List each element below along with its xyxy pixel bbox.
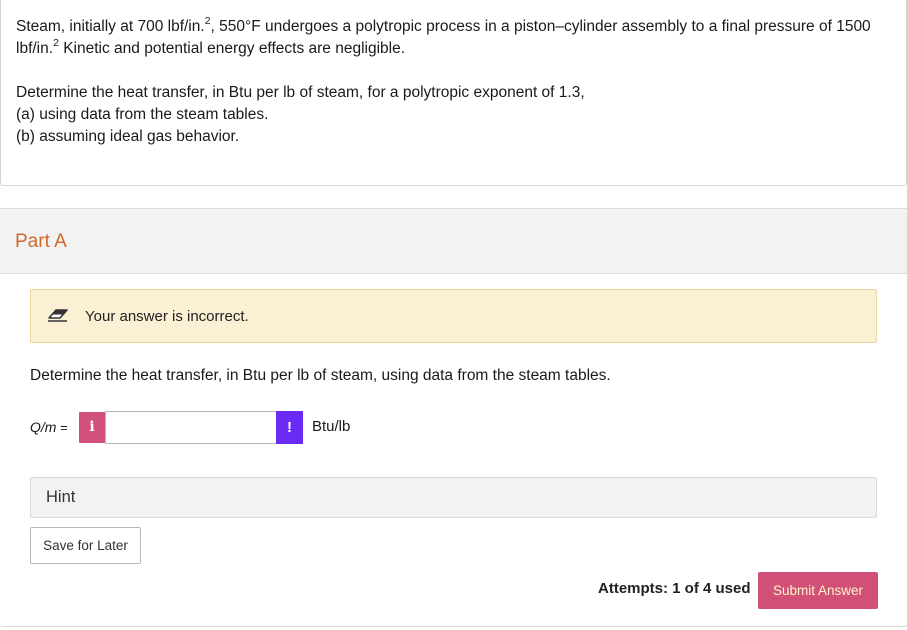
- save-for-later-button[interactable]: Save for Later: [30, 527, 141, 564]
- problem-statement: Steam, initially at 700 lbf/in.2, 550°F …: [0, 0, 907, 186]
- info-icon[interactable]: i: [79, 412, 105, 443]
- feedback-banner: Your answer is incorrect.: [30, 289, 877, 343]
- part-body: Your answer is incorrect. Determine the …: [0, 274, 907, 627]
- problem-line-2: lbf/in.2 Kinetic and potential energy ef…: [16, 38, 896, 60]
- question-text: Determine the heat transfer, in Btu per …: [30, 367, 611, 384]
- problem-text-segment: Kinetic and potential energy effects are…: [58, 40, 406, 57]
- submit-answer-button[interactable]: Submit Answer: [758, 572, 878, 609]
- answer-input[interactable]: [105, 411, 276, 444]
- problem-line-4: (a) using data from the steam tables.: [16, 106, 269, 123]
- part-header[interactable]: Part A: [0, 208, 907, 274]
- answer-label: Q/m =: [30, 419, 68, 435]
- superscript: 2: [204, 14, 211, 27]
- problem-line-5: (b) assuming ideal gas behavior.: [16, 128, 240, 145]
- error-icon[interactable]: !: [276, 411, 303, 444]
- hint-panel[interactable]: Hint: [30, 477, 877, 518]
- problem-text-segment: lbf/in.: [16, 40, 54, 57]
- hint-label: Hint: [46, 488, 76, 506]
- eraser-icon: [48, 309, 68, 322]
- part-title: Part A: [15, 231, 67, 252]
- problem-line-1: Steam, initially at 700 lbf/in.2, 550°F …: [16, 16, 896, 38]
- answer-variable: Q/m: [30, 419, 57, 435]
- equals-sign: =: [56, 420, 68, 435]
- problem-text-segment: , 550°F undergoes a polytropic process i…: [210, 18, 871, 35]
- attempts-label: Attempts:: [598, 580, 668, 597]
- feedback-text: Your answer is incorrect.: [85, 308, 249, 325]
- superscript: 2: [53, 36, 59, 49]
- attempts-counter: Attempts: 1 of 4 used: [598, 580, 751, 597]
- unit-label: Btu/lb: [312, 418, 351, 435]
- answer-row: Q/m = i ! Btu/lb: [30, 411, 430, 444]
- attempts-value: 1 of 4 used: [672, 580, 751, 597]
- problem-text-segment: Steam, initially at 700 lbf/in.: [16, 18, 205, 35]
- problem-line-3: Determine the heat transfer, in Btu per …: [16, 84, 585, 101]
- problem-text: Steam, initially at 700 lbf/in.2, 550°F …: [16, 16, 896, 148]
